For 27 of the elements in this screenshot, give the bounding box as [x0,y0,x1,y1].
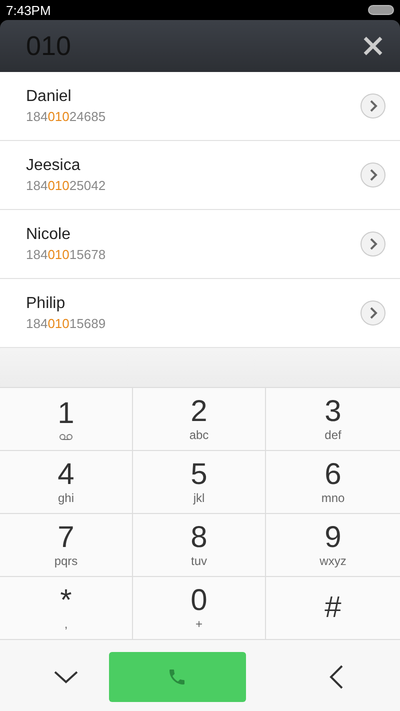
contact-name: Daniel [26,88,72,106]
dial-key[interactable]: 5 jkl [133,451,266,514]
contact-name: Jeesica [26,157,82,175]
chevron-icon[interactable] [360,162,386,188]
chevron-icon[interactable] [360,300,386,326]
dial-key[interactable]: 8 tuv [133,514,266,577]
voicemail-icon [59,432,73,440]
chevron-icon[interactable] [360,93,386,119]
status-time: 7:43PM [6,2,51,18]
battery-icon [368,5,394,15]
contact-row[interactable]: Jeesica 18401025042 [0,141,400,210]
chevron-icon[interactable] [360,231,386,257]
contact-name: Nicole [26,226,72,244]
contact-number: 18401024685 [26,109,106,124]
contact-number: 18401015678 [26,247,106,262]
dial-key[interactable]: 7 pqrs [0,514,133,577]
contact-row[interactable]: Daniel 18401024685 [0,72,400,141]
dial-key[interactable]: 1 [0,388,133,451]
contact-row[interactable]: Nicole 18401015678 [0,210,400,279]
contact-number: 18401025042 [26,178,106,193]
contact-name: Philip [26,295,66,313]
dial-key[interactable]: 4 ghi [0,451,133,514]
dial-key[interactable]: 2 abc [133,388,266,451]
dial-key[interactable]: 0 + [133,577,266,640]
close-icon[interactable] [362,35,384,57]
dial-key[interactable]: * , [0,577,133,640]
contact-number: 18401015689 [26,316,106,331]
